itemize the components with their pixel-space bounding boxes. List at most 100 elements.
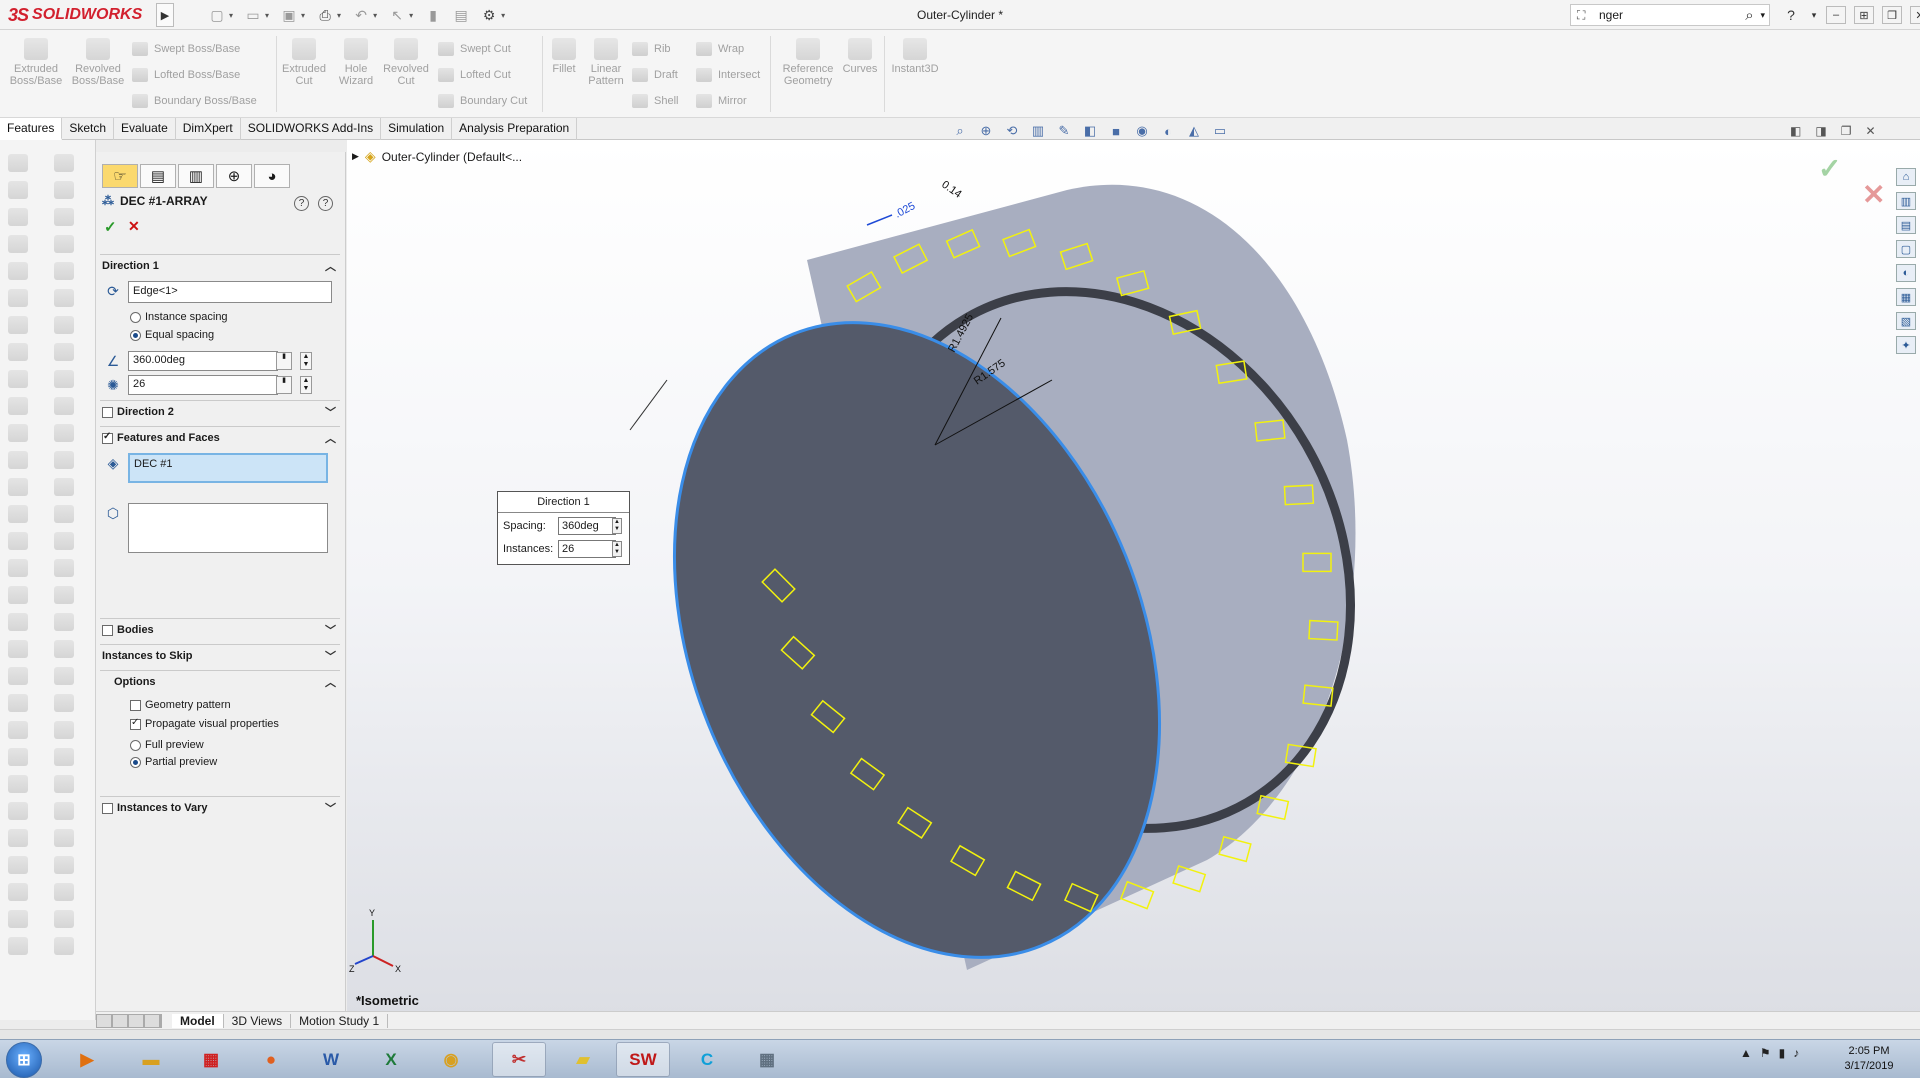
view-orientation-icon[interactable]: ◧ (1080, 122, 1100, 140)
view-settings-icon[interactable]: ▭ (1210, 122, 1230, 140)
dimxpert-tab[interactable]: ⊕ (216, 164, 252, 188)
detailed-preview-icon[interactable]: ? (294, 196, 309, 211)
tool-icon[interactable] (8, 910, 28, 928)
tool-icon[interactable] (8, 262, 28, 280)
tool-icon[interactable] (8, 532, 28, 550)
instances-unit-icon[interactable]: ▮ (276, 376, 292, 394)
tool-icon[interactable] (54, 694, 74, 712)
tool-icon[interactable] (8, 559, 28, 577)
minimize-button[interactable]: – (1826, 6, 1846, 24)
collapse-icon[interactable]: ︿ (325, 258, 336, 274)
tool-icon[interactable] (54, 667, 74, 685)
tool-icon[interactable] (54, 208, 74, 226)
tool-icon[interactable] (8, 775, 28, 793)
tool-icon[interactable] (8, 451, 28, 469)
tool-icon[interactable] (54, 856, 74, 874)
feature-manager-tab[interactable]: ☞ (102, 164, 138, 188)
tool-icon[interactable] (54, 883, 74, 901)
expand-icon[interactable]: ﹀ (325, 404, 336, 420)
tool-icon[interactable] (8, 586, 28, 604)
tab-analysis-preparation[interactable]: Analysis Preparation (452, 118, 578, 140)
mirror-button[interactable]: Mirror (696, 91, 747, 111)
tile-right-icon[interactable]: ◨ (1815, 124, 1826, 138)
rebuild-icon[interactable]: ▮ (421, 5, 445, 25)
cancel-icon[interactable]: ✕ (128, 218, 140, 235)
tool-icon[interactable] (8, 505, 28, 523)
angle-spin[interactable]: ▲ ▼ (300, 352, 312, 370)
shell-button[interactable]: Shell (632, 91, 678, 111)
previous-view-icon[interactable]: ⟲ (1002, 122, 1022, 140)
tool-icon[interactable] (8, 424, 28, 442)
tool-icon[interactable] (54, 829, 74, 847)
direction2-header[interactable]: Direction 2 ﹀ (100, 401, 340, 423)
tool-icon[interactable] (8, 748, 28, 766)
extruded-boss-button[interactable]: Extruded Boss/Base (8, 36, 64, 87)
network-icon[interactable]: ▮ (1779, 1046, 1786, 1060)
vary-header[interactable]: Instances to Vary ﹀ (100, 797, 340, 819)
tool-icon[interactable] (54, 721, 74, 739)
tool-icon[interactable] (54, 370, 74, 388)
intersect-button[interactable]: Intersect (696, 65, 760, 85)
curves-button[interactable]: Curves (836, 36, 884, 75)
revolved-boss-button[interactable]: Revolved Boss/Base (70, 36, 126, 87)
apps-icon[interactable]: ▦ (184, 1042, 238, 1077)
tool-icon[interactable] (54, 397, 74, 415)
select-icon[interactable]: ↖ (385, 5, 409, 25)
dynamic-annotation-icon[interactable]: ✎ (1054, 122, 1074, 140)
new-document-icon[interactable]: ▢ (205, 5, 229, 25)
tool-icon[interactable] (54, 532, 74, 550)
partial-preview-radio[interactable]: Partial preview (130, 756, 217, 768)
radio[interactable] (130, 739, 141, 751)
volume-icon[interactable]: ♪ (1793, 1046, 1799, 1060)
tab-scroll-arrows[interactable] (96, 1013, 162, 1028)
instant3d-button[interactable]: Instant3D (888, 36, 942, 75)
tool-icon[interactable] (8, 208, 28, 226)
display-style-icon[interactable]: ■ (1106, 122, 1126, 140)
edit-appearance-icon[interactable]: ◐ (1158, 122, 1178, 140)
design-library-icon[interactable]: ▤ (1896, 216, 1916, 234)
features-faces-header[interactable]: Features and Faces ︿ (100, 427, 340, 449)
linear-pattern-button[interactable]: Linear Pattern (578, 36, 634, 87)
tool-icon[interactable] (54, 451, 74, 469)
tool-icon[interactable] (8, 937, 28, 955)
tool-icon[interactable] (54, 505, 74, 523)
spacing-spin[interactable]: ▲ ▼ (612, 518, 622, 534)
tab-motion-study[interactable]: Motion Study 1 (291, 1013, 389, 1028)
tool-icon[interactable] (8, 694, 28, 712)
hole-wizard-button[interactable]: Hole Wizard (328, 36, 384, 87)
tool-icon[interactable] (54, 424, 74, 442)
options-gear-icon[interactable]: ⚙ (477, 5, 501, 25)
instances-spin[interactable]: ▲ ▼ (300, 376, 312, 394)
features-selection-box[interactable]: DEC #1 (128, 453, 328, 483)
tool-icon[interactable] (8, 289, 28, 307)
search-icon[interactable]: ⌕ (1738, 7, 1760, 24)
radio[interactable] (130, 311, 141, 323)
skip-header[interactable]: Instances to Skip ﹀ (100, 645, 340, 667)
geometry-pattern-option[interactable]: Geometry pattern (130, 699, 231, 711)
tool-icon[interactable] (54, 613, 74, 631)
hide-show-icon[interactable]: ◉ (1132, 122, 1152, 140)
firefox-icon[interactable]: ● (244, 1042, 298, 1077)
tool-icon[interactable] (8, 181, 28, 199)
ok-icon[interactable]: ✓ (104, 218, 117, 236)
tool-icon[interactable] (54, 262, 74, 280)
swept-cut-button[interactable]: Swept Cut (438, 39, 511, 59)
tool-icon[interactable] (8, 397, 28, 415)
tile-button[interactable]: ⊞ (1854, 6, 1874, 24)
tool-icon[interactable] (54, 181, 74, 199)
lofted-cut-button[interactable]: Lofted Cut (438, 65, 511, 85)
expand-icon[interactable]: ﹀ (325, 648, 336, 664)
media-player-icon[interactable]: ▶ (60, 1042, 114, 1077)
draft-button[interactable]: Draft (632, 65, 678, 85)
calculator-icon[interactable]: ▦ (740, 1042, 794, 1077)
close-doc-icon[interactable]: ✕ (1865, 124, 1875, 138)
view-palette-icon[interactable]: ◐ (1896, 264, 1916, 282)
start-button[interactable]: ⊞ (6, 1042, 42, 1078)
tool-icon[interactable] (8, 235, 28, 253)
angle-unit-icon[interactable]: ▮ (276, 352, 292, 370)
tool-icon[interactable] (8, 370, 28, 388)
tool-icon[interactable] (8, 721, 28, 739)
propagate-visual-option[interactable]: Propagate visual properties (130, 717, 279, 730)
tool-icon[interactable] (54, 154, 74, 172)
search-box[interactable]: ⛶ nger ⌕ ▾ (1570, 4, 1770, 26)
